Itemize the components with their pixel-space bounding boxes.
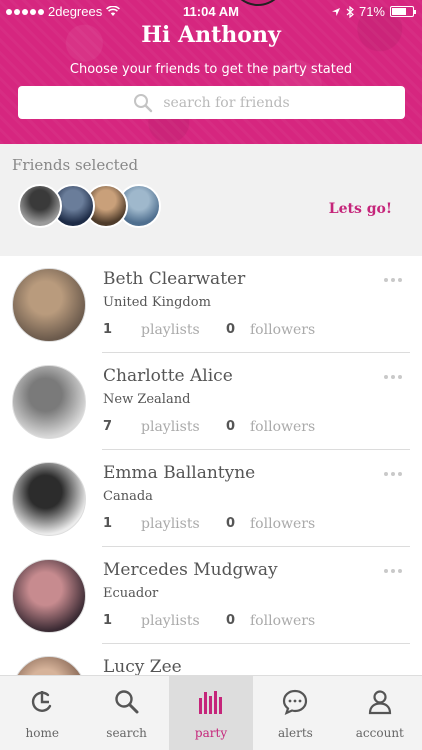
friend-row[interactable]: Mercedes Mudgway Ecuador 1 playlists 0 f… [0,547,422,644]
followers-count: 0 [226,613,236,628]
bluetooth-icon [346,5,354,18]
friend-name: Emma Ballantyne [103,463,256,483]
followers-label: followers [250,613,316,629]
battery-fill [392,8,407,15]
friend-row[interactable]: Emma Ballantyne Canada 1 playlists 0 fol… [0,450,422,547]
playlists-label: playlists [141,613,200,629]
friend-row[interactable]: Beth Clearwater United Kingdom 1 playlis… [0,256,422,353]
tab-label: search [106,726,147,740]
search-placeholder: search for friends [163,94,290,111]
friend-name: Beth Clearwater [103,269,246,289]
friend-row[interactable]: Charlotte Alice New Zealand 7 playlists … [0,353,422,450]
more-options-icon[interactable] [384,278,402,282]
tab-alerts[interactable]: alerts [253,676,337,750]
status-right: 71% [331,4,416,19]
tab-label: account [355,726,404,740]
tab-label: alerts [278,726,313,740]
friends-selected-section: Friends selected Lets go! [0,144,422,256]
header: 2degrees 11:04 AM 71% Hi Anthony Choose … [0,0,422,144]
friend-name: Mercedes Mudgway [103,560,278,580]
friend-name: Lucy Zee [103,657,182,675]
avatar [12,268,86,342]
avatar [12,656,86,675]
followers-count: 0 [226,516,236,531]
playlists-count: 1 [103,516,113,531]
friends-list: Beth Clearwater United Kingdom 1 playlis… [0,256,422,675]
tab-account[interactable]: account [338,676,422,750]
avatar [12,365,86,439]
more-options-icon[interactable] [384,569,402,573]
followers-count: 0 [226,322,236,337]
playlists-label: playlists [141,322,200,338]
friend-row[interactable]: Lucy Zee [0,644,422,675]
lets-go-button[interactable]: Lets go! [329,201,392,217]
friends-selected-label: Friends selected [12,156,139,174]
playlists-count: 1 [103,613,113,628]
search-icon [134,93,153,112]
more-options-icon[interactable] [384,472,402,476]
friend-country: Canada [103,489,153,504]
tab-bar: home search party alerts account [0,675,422,750]
followers-count: 0 [226,419,236,434]
playlists-label: playlists [141,516,200,532]
location-arrow-icon [331,7,340,16]
battery-percent: 71% [358,4,385,19]
status-bar: 2degrees 11:04 AM 71% [0,0,422,24]
tab-label: home [25,726,59,740]
playlists-count: 7 [103,419,113,434]
tab-party[interactable]: party [168,676,254,750]
tab-home[interactable]: home [0,676,84,750]
header-subtitle: Choose your friends to get the party sta… [69,62,353,77]
avatar [12,462,86,536]
tab-search[interactable]: search [84,676,168,750]
selected-friend-avatar[interactable] [18,184,62,228]
followers-label: followers [250,322,316,338]
more-options-icon[interactable] [384,375,402,379]
playlists-count: 1 [103,322,113,337]
friend-name: Charlotte Alice [103,366,233,386]
playlists-label: playlists [141,419,200,435]
followers-label: followers [250,516,316,532]
tab-label: party [194,726,228,740]
friend-country: New Zealand [103,392,191,407]
greeting-title: Hi Anthony [141,22,281,48]
friend-country: Ecuador [103,586,159,601]
followers-label: followers [250,419,316,435]
avatar [12,559,86,633]
search-input[interactable]: search for friends [18,86,405,119]
battery-icon [390,6,416,17]
friend-country: United Kingdom [103,295,211,310]
